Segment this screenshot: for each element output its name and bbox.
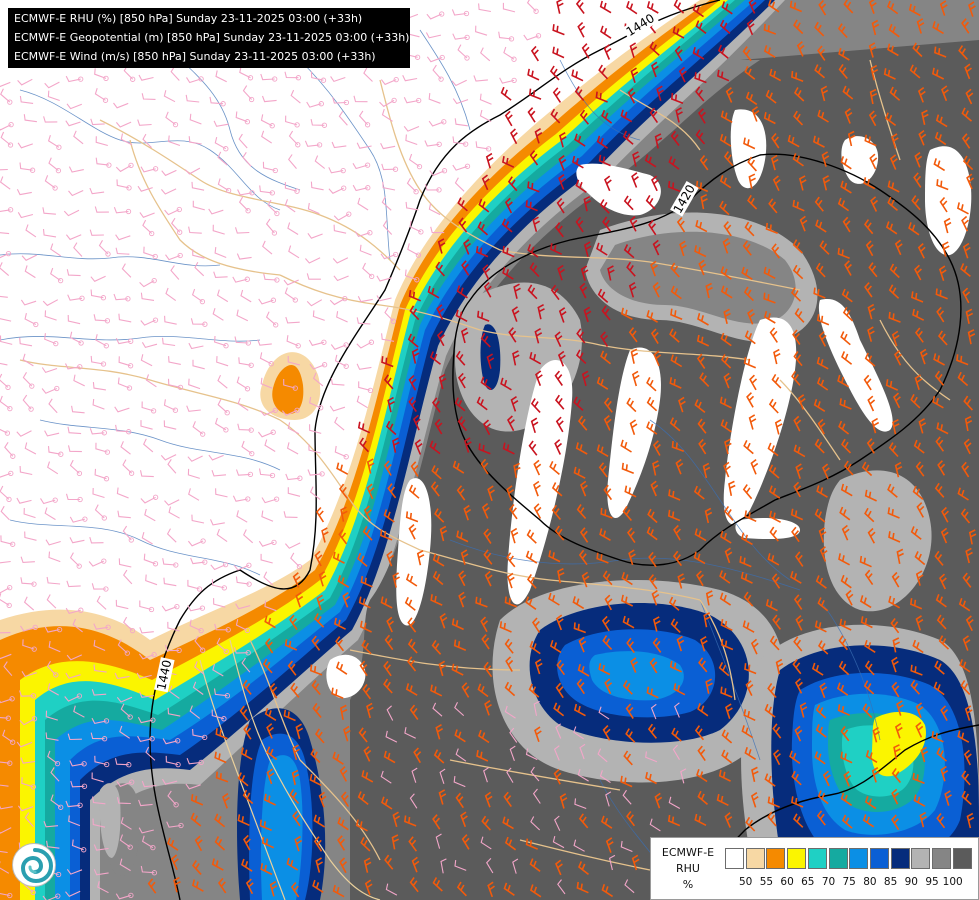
- weather-map: [0, 0, 979, 900]
- legend-swatch: [745, 848, 765, 869]
- legend-tick-label: 100: [942, 876, 963, 888]
- legend-swatch: [952, 848, 972, 869]
- legend-swatch: [890, 848, 910, 869]
- legend-swatch: [849, 848, 869, 869]
- rhu-legend: ECMWF-E RHU % 50 55 60 65 70 75 80 85 90 95 100: [650, 837, 979, 900]
- title-wind: ECMWF-E Wind (m/s) [850 hPa] Sunday 23-1…: [14, 50, 376, 63]
- swirl-icon: [17, 848, 54, 884]
- ecmwf-logo-icon: [12, 843, 56, 887]
- legend-swatch: [725, 848, 744, 869]
- legend-swatch: [869, 848, 889, 869]
- legend-title-unit: %: [682, 878, 694, 891]
- title-geopotential: ECMWF-E Geopotential (m) [850 hPa] Sunda…: [14, 31, 410, 44]
- legend-swatch: [911, 848, 931, 869]
- legend-title-model: ECMWF-E: [661, 846, 715, 859]
- legend-swatch: [787, 848, 807, 869]
- title-panel: ECMWF-E RHU (%) [850 hPa] Sunday 23-11-2…: [8, 8, 410, 68]
- legend-swatch: [807, 848, 827, 869]
- legend-swatch: [766, 848, 786, 869]
- legend-swatch: [828, 848, 848, 869]
- map-stage: ECMWF-E RHU (%) [850 hPa] Sunday 23-11-2…: [0, 0, 979, 900]
- title-rhu: ECMWF-E RHU (%) [850 hPa] Sunday 23-11-2…: [14, 12, 363, 25]
- legend-swatch: [932, 848, 951, 869]
- legend-title-variable: RHU: [676, 862, 700, 875]
